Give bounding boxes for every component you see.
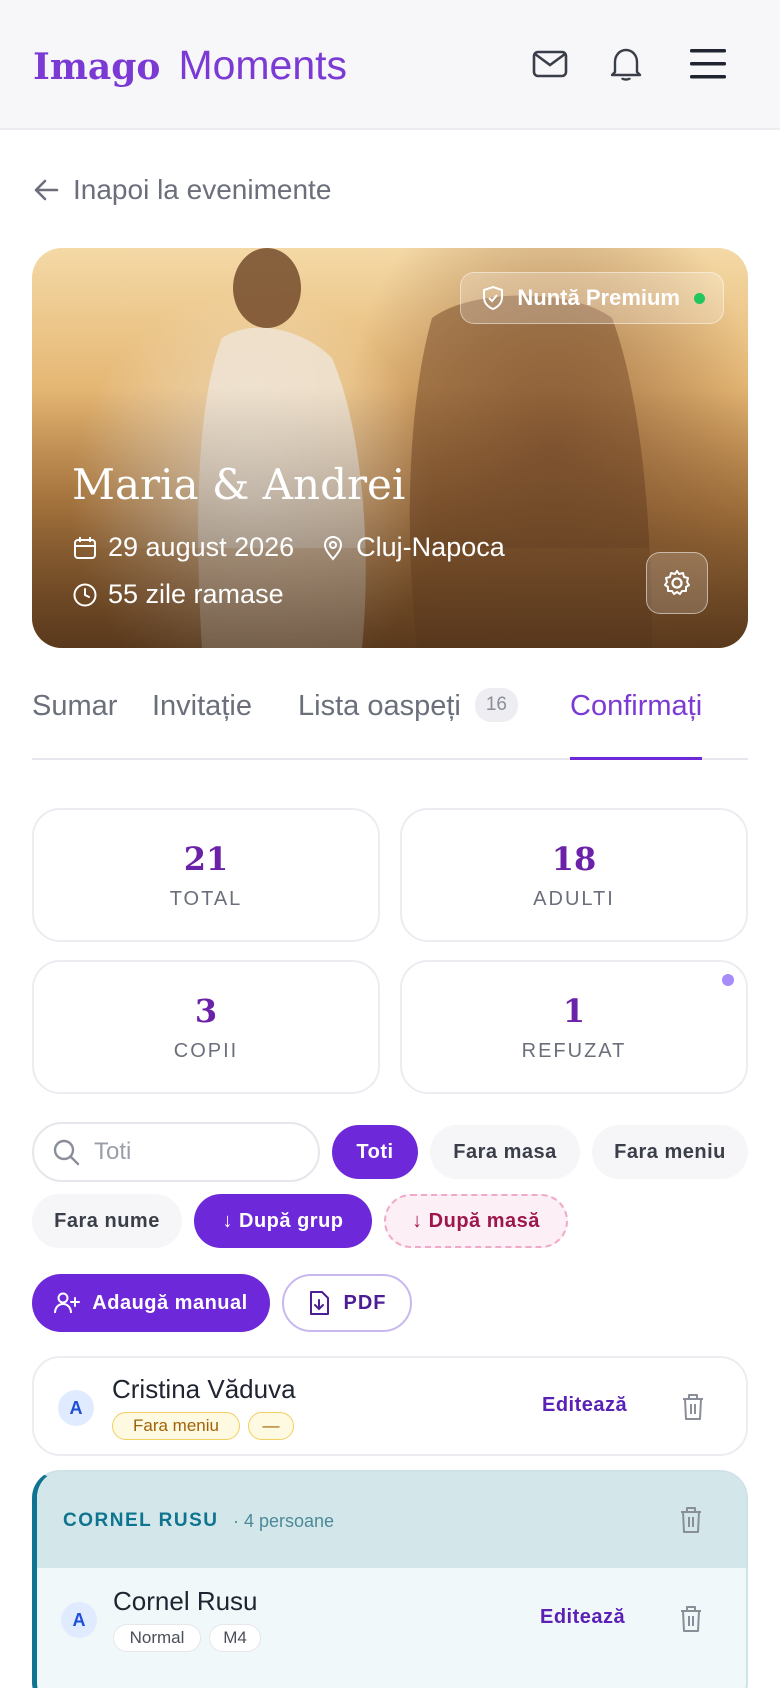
event-location: Cluj-Napoca — [356, 532, 505, 562]
filter-no-table[interactable]: Fara masa — [430, 1125, 580, 1179]
logo-word-moments: Moments — [178, 42, 348, 88]
tab-lista-oaspeti[interactable]: Lista oaspeți 16 — [298, 688, 518, 760]
event-date-location: 29 august 2026 Cluj-Napoca — [72, 532, 505, 563]
status-dot — [694, 292, 705, 304]
group-header: CORNEL RUSU · 4 persoane — [37, 1472, 746, 1568]
back-to-events-link[interactable]: Inapoi la evenimente — [33, 174, 331, 206]
mail-icon[interactable] — [526, 40, 574, 88]
guest-group: CORNEL RUSU · 4 persoane A Cornel Rusu N… — [32, 1470, 748, 1688]
guest-row: A Cristina Văduva Fara meniu — Editează — [32, 1356, 748, 1456]
stat-value: 1 — [562, 991, 586, 1030]
trash-icon — [681, 1606, 701, 1632]
guest-tag: — — [248, 1412, 294, 1440]
couple-names: Maria & Andrei — [72, 460, 406, 509]
plan-badge-label: Nuntă Premium — [517, 285, 680, 310]
sort-by-group[interactable]: ↓ După grup — [194, 1194, 372, 1248]
guest-name: Cristina Văduva — [112, 1374, 296, 1404]
tab-confirmati[interactable]: Confirmați — [570, 690, 703, 760]
avatar: A — [58, 1390, 94, 1426]
export-pdf-button[interactable]: PDF — [282, 1274, 412, 1332]
trash-icon — [681, 1507, 701, 1533]
avatar: A — [61, 1602, 97, 1638]
group-count: · 4 persoane — [233, 1511, 335, 1531]
tab-sumar[interactable]: Sumar — [32, 690, 117, 760]
stat-value: 21 — [183, 839, 229, 878]
guest-name: Cornel Rusu — [113, 1586, 258, 1616]
tab-label: Lista oaspeți — [298, 690, 461, 722]
map-pin-icon — [324, 535, 343, 561]
gear-icon — [664, 570, 690, 595]
stat-refused: 1 REFUZAT — [400, 960, 748, 1094]
delete-guest-button[interactable] — [674, 1602, 708, 1636]
logo-word-imago: Imago — [33, 46, 161, 88]
filter-no-name[interactable]: Fara nume — [32, 1194, 182, 1248]
user-plus-icon — [54, 1292, 81, 1314]
sort-by-table[interactable]: ↓ După masă — [384, 1194, 568, 1248]
file-download-icon — [309, 1291, 329, 1315]
menu-icon[interactable] — [684, 40, 732, 88]
event-date: 29 august 2026 — [108, 532, 295, 562]
shield-check-icon — [483, 285, 504, 311]
event-countdown: 55 zile ramase — [72, 579, 284, 610]
app-header: Imago Moments — [0, 0, 780, 130]
back-link-label: Inapoi la evenimente — [73, 174, 332, 205]
edit-guest-button[interactable]: Editează — [542, 1394, 627, 1417]
filter-no-menu[interactable]: Fara meniu — [592, 1125, 748, 1179]
stat-label: ADULTI — [533, 887, 615, 910]
countdown-label: 55 zile ramase — [108, 579, 284, 609]
indicator-dot — [722, 974, 734, 986]
clock-icon — [73, 583, 97, 606]
guest-tag: Normal — [113, 1624, 201, 1652]
export-pdf-label: PDF — [343, 1291, 387, 1314]
search-field[interactable] — [32, 1122, 320, 1182]
event-hero-card: Nuntă Premium Maria & Andrei 29 august 2… — [32, 248, 748, 648]
delete-guest-button[interactable] — [676, 1390, 710, 1424]
event-tabs: Sumar Invitație Lista oaspeți 16 Confirma… — [32, 688, 748, 760]
add-guest-button[interactable]: Adaugă manual — [32, 1274, 270, 1332]
stat-adults: 18 ADULTI — [400, 808, 748, 942]
stat-label: COPII — [173, 1039, 239, 1062]
stat-total: 21 TOTAL — [32, 808, 380, 942]
stat-value: 3 — [194, 991, 218, 1030]
stat-label: REFUZAT — [521, 1039, 627, 1062]
event-settings-button[interactable] — [646, 552, 708, 614]
delete-group-button[interactable] — [674, 1503, 708, 1537]
calendar-icon — [74, 536, 96, 559]
guest-tag: Fara meniu — [112, 1412, 240, 1440]
tab-label: Sumar — [32, 690, 118, 722]
search-icon — [53, 1139, 80, 1166]
stat-label: TOTAL — [169, 887, 243, 910]
filter-all[interactable]: Toti — [332, 1125, 418, 1179]
tab-invitatie[interactable]: Invitație — [152, 690, 252, 760]
tab-label: Confirmați — [570, 690, 703, 722]
plan-badge: Nuntă Premium — [460, 272, 724, 324]
add-guest-label: Adaugă manual — [92, 1291, 248, 1314]
search-input[interactable] — [94, 1138, 284, 1166]
edit-guest-button[interactable]: Editează — [540, 1606, 625, 1629]
trash-icon — [683, 1394, 703, 1420]
logo[interactable]: Imago Moments — [33, 42, 347, 92]
group-title: CORNEL RUSU — [63, 1510, 219, 1531]
tab-label: Invitație — [152, 690, 252, 722]
stat-children: 3 COPII — [32, 960, 380, 1094]
guest-tag: M4 — [209, 1624, 261, 1652]
arrow-left-icon — [34, 179, 59, 201]
stat-value: 18 — [551, 839, 597, 878]
guest-count-badge: 16 — [474, 688, 518, 722]
bell-icon[interactable] — [602, 40, 650, 88]
